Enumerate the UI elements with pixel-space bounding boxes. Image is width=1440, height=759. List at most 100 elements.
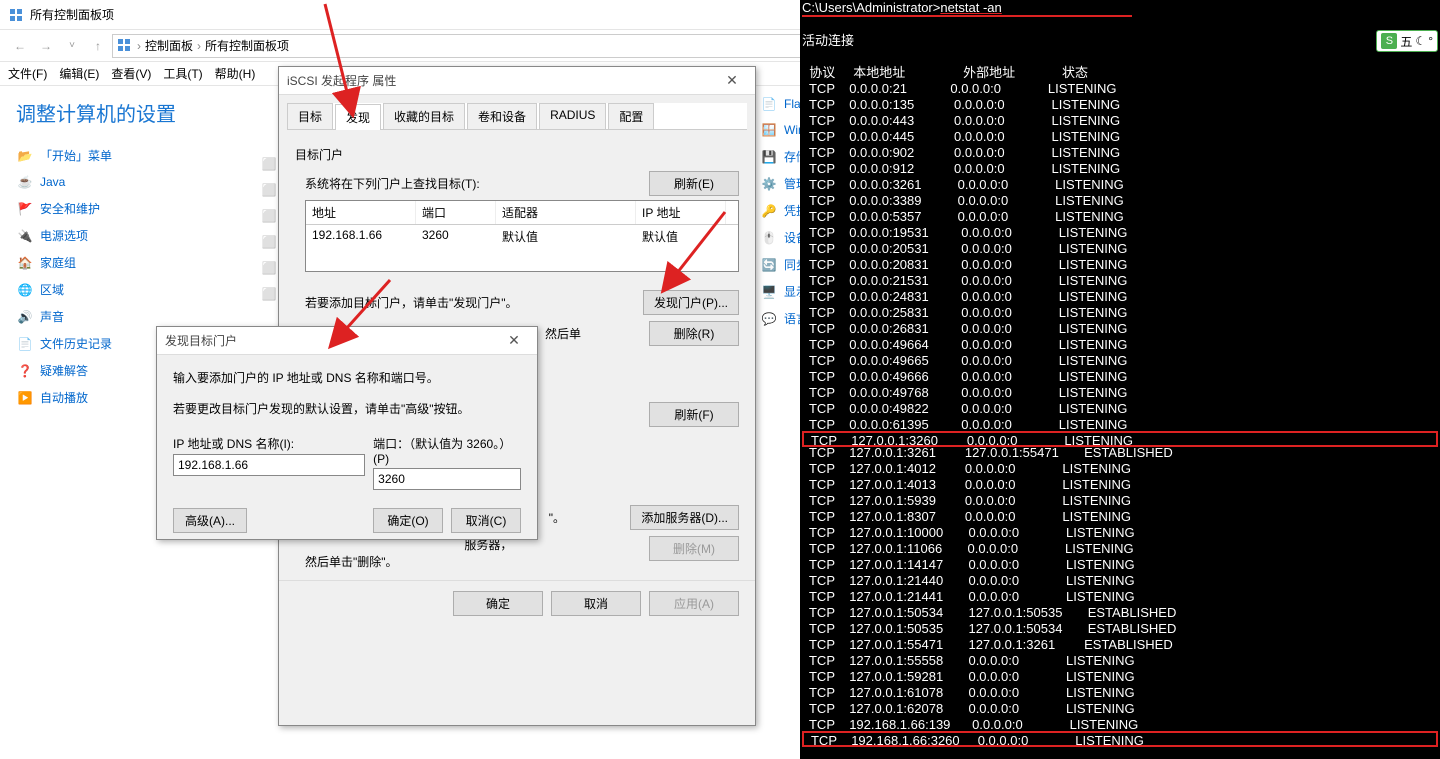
terminal-row: TCP 0.0.0.0:912 0.0.0.0:0 LISTENING [802, 161, 1438, 177]
cp-item-label: 区域 [40, 281, 64, 298]
menu-edit[interactable]: 编辑(E) [59, 65, 99, 82]
apply-button[interactable]: 应用(A) [649, 591, 739, 616]
section-title: 目标门户 [295, 146, 739, 163]
ime-icon: S [1381, 33, 1397, 49]
refresh-button[interactable]: 刷新(E) [649, 171, 739, 196]
history-dropdown[interactable]: ˅ [60, 34, 84, 58]
cp-item-icon: 📄 [16, 336, 34, 352]
add-server-button[interactable]: 添加服务器(D)... [630, 505, 739, 530]
terminal-row: TCP 127.0.0.1:11066 0.0.0.0:0 LISTENING [802, 541, 1438, 557]
cp-item-icon: 🌐 [16, 282, 34, 298]
terminal-row: TCP 0.0.0.0:20531 0.0.0.0:0 LISTENING [802, 241, 1438, 257]
terminal-row: TCP 127.0.0.1:10000 0.0.0.0:0 LISTENING [802, 525, 1438, 541]
cp-item-icon: 💾 [760, 149, 778, 165]
cp-item-label: 文件历史记录 [40, 335, 112, 352]
terminal-header: 活动连接 [802, 33, 1438, 49]
ip-label: IP 地址或 DNS 名称(I): [173, 435, 365, 452]
cp-item[interactable]: 🔊声音 [16, 308, 244, 325]
terminal-row: TCP 0.0.0.0:21 0.0.0.0:0 LISTENING [802, 81, 1438, 97]
cp-item-label: 疑难解答 [40, 362, 88, 379]
ip-input[interactable] [173, 454, 365, 476]
menu-help[interactable]: 帮助(H) [215, 65, 256, 82]
section-subtitle: 系统将在下列门户上查找目标(T): [295, 175, 480, 192]
terminal-row: TCP 0.0.0.0:5357 0.0.0.0:0 LISTENING [802, 209, 1438, 225]
tab-2[interactable]: 收藏的目标 [383, 103, 465, 129]
cp-item-icon: 🔑 [760, 203, 778, 219]
close-icon[interactable]: ✕ [499, 332, 529, 349]
cp-item-label: 安全和维护 [40, 200, 100, 217]
cp-item-icon: 📄 [760, 96, 778, 112]
cp-item-icon: ❓ [16, 363, 34, 379]
tab-1[interactable]: 发现 [335, 104, 381, 130]
close-icon[interactable]: ✕ [717, 72, 747, 89]
page-heading: 调整计算机的设置 [16, 98, 244, 127]
tab-5[interactable]: 配置 [608, 103, 654, 129]
terminal-row: TCP 0.0.0.0:49665 0.0.0.0:0 LISTENING [802, 353, 1438, 369]
menu-tools[interactable]: 工具(T) [163, 65, 202, 82]
back-button[interactable]: ← [8, 34, 32, 58]
terminal-row: TCP 0.0.0.0:20831 0.0.0.0:0 LISTENING [802, 257, 1438, 273]
cp-item-label: 「开始」菜单 [40, 147, 112, 164]
terminal-row: TCP 0.0.0.0:25831 0.0.0.0:0 LISTENING [802, 305, 1438, 321]
cp-item-icon: ☕ [16, 174, 34, 190]
cp-item[interactable]: ☕ Java [16, 174, 244, 190]
cp-item[interactable]: 🏠 家庭组 [16, 254, 244, 271]
forward-button[interactable]: → [34, 34, 58, 58]
delete-portal-button[interactable]: 删除(R) [649, 321, 739, 346]
list-row[interactable]: 192.168.1.66 3260 默认值 默认值 [306, 225, 738, 248]
control-panel-icon [8, 7, 24, 23]
terminal-row: TCP 127.0.0.1:4013 0.0.0.0:0 LISTENING [802, 477, 1438, 493]
terminal-row: TCP 0.0.0.0:19531 0.0.0.0:0 LISTENING [802, 225, 1438, 241]
cancel-button[interactable]: 取消 [551, 591, 641, 616]
menu-view[interactable]: 查看(V) [111, 65, 151, 82]
cp-item-label: 家庭组 [40, 254, 76, 271]
terminal-row: TCP 0.0.0.0:3389 0.0.0.0:0 LISTENING [802, 193, 1438, 209]
ok-button[interactable]: 确定 [453, 591, 543, 616]
ok-button[interactable]: 确定(O) [373, 508, 443, 533]
terminal-row: TCP 0.0.0.0:26831 0.0.0.0:0 LISTENING [802, 321, 1438, 337]
port-label: 端口：（默认值为 3260。）(P) [373, 435, 521, 466]
port-input[interactable] [373, 468, 521, 490]
discover-portal-button[interactable]: 发现门户(P)... [643, 290, 739, 315]
cp-item[interactable]: 🌐 区域 [16, 281, 244, 298]
terminal-row: TCP 127.0.0.1:4012 0.0.0.0:0 LISTENING [802, 461, 1438, 477]
terminal-row: TCP 127.0.0.1:21440 0.0.0.0:0 LISTENING [802, 573, 1438, 589]
terminal-row: TCP 0.0.0.0:135 0.0.0.0:0 LISTENING [802, 97, 1438, 113]
cp-item-icon: 🖱️ [760, 230, 778, 246]
window-title: 所有控制面板项 [30, 6, 114, 23]
tab-4[interactable]: RADIUS [539, 103, 606, 129]
up-button[interactable]: ↑ [86, 34, 110, 58]
cp-item-icon: 🖥️ [760, 284, 778, 300]
dialog-title: iSCSI 发起程序 属性 [287, 72, 396, 89]
dialog-titlebar: iSCSI 发起程序 属性 ✕ [279, 67, 755, 95]
cp-item-icon: 🏠 [16, 255, 34, 271]
cp-item-icon: 📂 [16, 148, 34, 164]
terminal-row: TCP 127.0.0.1:50534 127.0.0.1:50535 ESTA… [802, 605, 1438, 621]
refresh2-button[interactable]: 刷新(F) [649, 402, 739, 427]
terminal-row: TCP 0.0.0.0:24831 0.0.0.0:0 LISTENING [802, 289, 1438, 305]
dialog-title: 发现目标门户 [165, 332, 237, 349]
terminal-row: TCP 127.0.0.1:21441 0.0.0.0:0 LISTENING [802, 589, 1438, 605]
cp-item-icon: 🔊 [16, 309, 34, 325]
tab-0[interactable]: 目标 [287, 103, 333, 129]
terminal-row: TCP 127.0.0.1:14147 0.0.0.0:0 LISTENING [802, 557, 1438, 573]
advanced-button[interactable]: 高级(A)... [173, 508, 247, 533]
cp-item[interactable]: 📂 「开始」菜单 [16, 147, 244, 164]
cp-item-label: Java [40, 175, 65, 189]
breadcrumb-item[interactable]: 所有控制面板项 [205, 37, 289, 54]
cp-item[interactable]: 🚩安全和维护 [16, 200, 244, 217]
portal-list[interactable]: 地址 端口 适配器 IP 地址 192.168.1.66 3260 默认值 默认… [305, 200, 739, 272]
terminal-row: TCP 0.0.0.0:49822 0.0.0.0:0 LISTENING [802, 401, 1438, 417]
terminal-row: TCP 0.0.0.0:49666 0.0.0.0:0 LISTENING [802, 369, 1438, 385]
cancel-button[interactable]: 取消(C) [451, 508, 521, 533]
menu-file[interactable]: 文件(F) [8, 65, 47, 82]
cp-item[interactable]: 🔌电源选项 [16, 227, 244, 244]
terminal-columns: 协议 本地地址 外部地址 状态 [802, 65, 1438, 81]
delete-server-button[interactable]: 删除(M) [649, 536, 739, 561]
breadcrumb-item[interactable]: 控制面板 [145, 37, 193, 54]
discover-line2: 若要更改目标门户发现的默认设置，请单击"高级"按钮。 [173, 400, 521, 417]
tab-3[interactable]: 卷和设备 [467, 103, 537, 129]
cp-item-label: 自动播放 [40, 389, 88, 406]
ime-indicator[interactable]: S 五 ☾ ° [1376, 30, 1438, 52]
add-portal-text: 若要添加目标门户，请单击"发现门户"。 [305, 294, 518, 311]
